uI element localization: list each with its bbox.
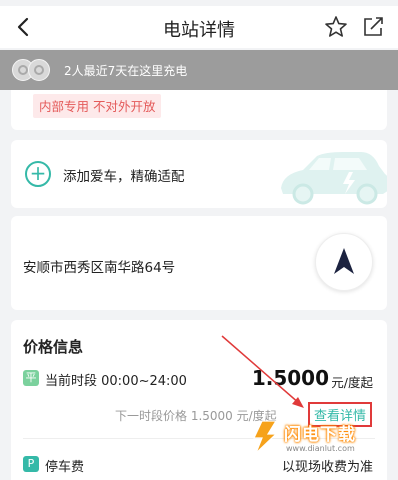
- price-unit: 元/度起: [331, 375, 373, 390]
- add-car-card[interactable]: + 添加爱车，精确适配: [11, 140, 387, 208]
- recent-charging-text: 2人最近7天在这里充电: [64, 64, 188, 78]
- header-bar: 电站详情: [0, 6, 398, 48]
- share-icon[interactable]: [360, 14, 386, 40]
- station-address: 安顺市西秀区南华路64号: [23, 260, 176, 276]
- avatar: [28, 59, 50, 81]
- watermark-url: www.dianlut.com: [286, 444, 355, 453]
- address-card: 安顺市西秀区南华路64号: [11, 216, 387, 310]
- current-price: 1.5000: [251, 366, 329, 390]
- price-section-title: 价格信息: [23, 338, 84, 356]
- plus-icon[interactable]: +: [25, 161, 51, 187]
- avatar-group: [12, 59, 58, 81]
- parking-badge: P: [23, 456, 39, 472]
- watermark-text: 闪电下载: [284, 425, 356, 445]
- add-car-label[interactable]: 添加爱车，精确适配: [63, 165, 185, 185]
- recent-charging-banner: 2人最近7天在这里充电: [0, 50, 398, 90]
- lightning-logo-icon: [253, 420, 278, 454]
- current-period: 当前时段 00:00~24:00: [45, 374, 187, 389]
- navigation-arrow-icon: [334, 248, 354, 274]
- star-icon[interactable]: [323, 14, 349, 40]
- electric-car-icon: [281, 152, 387, 205]
- private-tag: 内部专用 不对外开放: [33, 94, 162, 118]
- flat-rate-badge: 平: [23, 370, 39, 386]
- parking-fee-label: 停车费: [45, 460, 85, 475]
- navigate-button[interactable]: [315, 233, 373, 291]
- station-tag-card: 内部专用 不对外开放: [11, 90, 387, 130]
- watermark: 闪电下载 www.dianlut.com: [248, 412, 388, 462]
